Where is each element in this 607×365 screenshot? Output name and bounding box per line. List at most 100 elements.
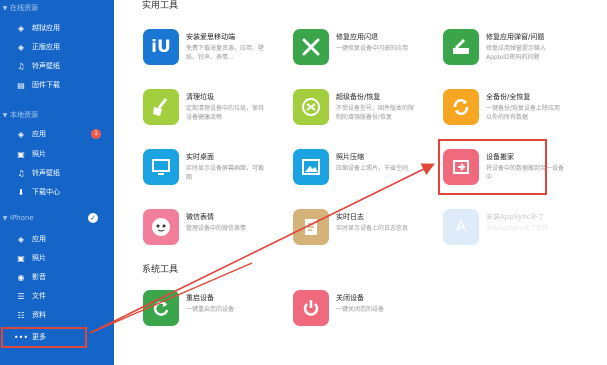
section-title: 本地资源 bbox=[10, 111, 38, 119]
tool-title: 照片压缩 bbox=[336, 153, 364, 161]
tool-fix-popup[interactable]: 修复应用弹窗/问题 修复应用弹窗提示输入AppleID密码的问题 bbox=[414, 29, 564, 89]
tool-desc: 一键备份/恢复设备上除应用以外的所有数据 bbox=[486, 105, 561, 121]
tool-desc: 不受设备型号、固件版本的限制的增强版备份/恢复 bbox=[336, 105, 415, 121]
sidebar: ▼ 在线资源 ◈ 越狱应用 ◈ 正版应用 ♫ 铃声壁纸 ▤ 固件下载 ▼ 本地资源 ◈ 应用 1… bbox=[0, 0, 114, 365]
appsync-icon: A bbox=[443, 209, 479, 245]
media-icon: ◉ bbox=[17, 272, 25, 282]
tools-icon bbox=[443, 29, 479, 65]
sidebar-item-firmware[interactable]: ▤ 固件下载 bbox=[0, 76, 114, 94]
section-online-resources[interactable]: ▼ 在线资源 bbox=[0, 2, 114, 14]
tool-wechat-stickers[interactable]: 微信表情 管理设备中的微信表情 bbox=[114, 209, 264, 269]
section-local-resources[interactable]: ▼ 本地资源 bbox=[0, 109, 114, 121]
tool-photo-compress[interactable]: 照片压缩 压缩设备上照片，节省空间 bbox=[264, 149, 414, 209]
tool-install-appsync[interactable]: A 安装AppSync补丁 安装AppSync补丁后可... bbox=[414, 209, 564, 269]
tool-title: 超级备份/恢复 bbox=[336, 93, 381, 101]
section-title: iPhone bbox=[10, 214, 34, 222]
tool-desc: 一键重启您的设备 bbox=[186, 306, 235, 313]
app-store-icon: ◈ bbox=[17, 23, 25, 33]
log-icon bbox=[293, 209, 329, 245]
tool-desc: 一键修复设备中闪退的应用 bbox=[336, 45, 409, 52]
sidebar-item-iphone-photos[interactable]: ▣ 照片 bbox=[0, 249, 114, 267]
tool-desc: 压缩设备上照片，节省空间 bbox=[336, 165, 409, 172]
download-icon: ⬇ bbox=[17, 187, 25, 197]
sidebar-item-iphone-info[interactable]: ☷ 资料 bbox=[0, 306, 114, 324]
sidebar-item-label: 应用 bbox=[32, 130, 46, 138]
tool-title: 实时桌面 bbox=[186, 153, 214, 161]
tool-title: 微信表情 bbox=[186, 213, 214, 221]
sidebar-item-label: 影音 bbox=[32, 273, 46, 281]
app-store-icon: ◈ bbox=[17, 234, 25, 244]
sidebar-item-iphone-files[interactable]: ☰ 文件 bbox=[0, 287, 114, 305]
sidebar-item-label: 越狱应用 bbox=[32, 24, 60, 32]
tool-restart-device[interactable]: 重启设备 一键重启您的设备 bbox=[114, 290, 264, 350]
tool-live-log[interactable]: 实时日志 实时显示设备上的日志信息 bbox=[264, 209, 414, 269]
sidebar-item-local-ringtones[interactable]: ♫ 铃声壁纸 bbox=[0, 164, 114, 182]
sidebar-item-label: 照片 bbox=[32, 254, 46, 262]
sidebar-item-label: 应用 bbox=[32, 235, 46, 243]
sidebar-item-label: 铃声壁纸 bbox=[32, 169, 60, 177]
caret-icon: ▼ bbox=[2, 111, 8, 119]
tool-title: 关闭设备 bbox=[336, 294, 364, 302]
highlight-box-more bbox=[1, 327, 87, 348]
sidebar-item-label: 正版应用 bbox=[32, 43, 60, 51]
caret-icon: ▼ bbox=[2, 214, 8, 222]
section-iphone[interactable]: ▼ iPhone ✓ bbox=[0, 212, 114, 224]
tool-live-desktop[interactable]: 实时桌面 实时显示设备屏幕画面，可截图 bbox=[114, 149, 264, 209]
broom-icon bbox=[143, 89, 179, 125]
app-store-icon: ◈ bbox=[17, 129, 25, 139]
sidebar-item-local-apps[interactable]: ◈ 应用 1 bbox=[0, 125, 114, 143]
sidebar-item-jailbreak-apps[interactable]: ◈ 越狱应用 bbox=[0, 19, 114, 37]
wrench-icon bbox=[293, 29, 329, 65]
sidebar-item-ringtones[interactable]: ♫ 铃声壁纸 bbox=[0, 57, 114, 75]
tool-title: 实时日志 bbox=[336, 213, 364, 221]
music-icon: ♫ bbox=[17, 168, 25, 178]
firmware-icon: ▤ bbox=[17, 80, 25, 90]
tool-install-mobile[interactable]: iU 安装爱思移动端 免费下载海量资源，应用、壁纸、铃声、表情... bbox=[114, 29, 264, 89]
section-title: 在线资源 bbox=[10, 4, 38, 12]
file-icon: ☰ bbox=[17, 291, 25, 301]
tool-clean-junk[interactable]: 清理垃圾 定期清理设备中的垃圾，保持设备健康流畅 bbox=[114, 89, 264, 149]
i4-logo-icon: iU bbox=[143, 29, 179, 65]
utilities-title: 实用工具 bbox=[142, 1, 179, 11]
image-icon bbox=[293, 149, 329, 185]
count-badge: 1 bbox=[91, 129, 101, 139]
sidebar-item-label: 下载中心 bbox=[32, 188, 60, 196]
tool-title: 清理垃圾 bbox=[186, 93, 214, 101]
tool-shutdown-device[interactable]: 关闭设备 一键关闭您的设备 bbox=[264, 290, 414, 350]
contacts-icon: ☷ bbox=[17, 310, 25, 320]
power-icon bbox=[293, 290, 329, 326]
app-store-icon: ◈ bbox=[17, 42, 25, 52]
sidebar-item-label: 文件 bbox=[32, 292, 46, 300]
sticker-face-icon bbox=[143, 209, 179, 245]
caret-icon: ▼ bbox=[2, 4, 8, 12]
sidebar-item-iphone-media[interactable]: ◉ 影音 bbox=[0, 268, 114, 286]
tool-super-backup[interactable]: 超级备份/恢复 不受设备型号、固件版本的限制的增强版备份/恢复 bbox=[264, 89, 414, 149]
photo-icon: ▣ bbox=[17, 253, 25, 263]
tool-title: 安装AppSync补丁 bbox=[486, 213, 545, 221]
sidebar-item-downloads[interactable]: ⬇ 下载中心 bbox=[0, 183, 114, 201]
tool-title: 全备份/全恢复 bbox=[486, 93, 531, 101]
tool-desc: 安装AppSync补丁后可... bbox=[486, 225, 554, 232]
tool-title: 修复应用弹窗/问题 bbox=[486, 33, 545, 41]
tool-title: 安装爱思移动端 bbox=[186, 33, 235, 41]
shuffle-icon bbox=[293, 89, 329, 125]
tool-desc: 实时显示设备屏幕画面，可截图 bbox=[186, 165, 265, 181]
monitor-icon bbox=[143, 149, 179, 185]
sidebar-item-label: 照片 bbox=[32, 150, 46, 158]
sidebar-item-label: 固件下载 bbox=[32, 81, 60, 89]
tool-desc: 修复应用弹窗提示输入AppleID密码的问题 bbox=[486, 45, 547, 61]
music-icon: ♫ bbox=[17, 61, 25, 71]
tool-desc: 管理设备中的微信表情 bbox=[186, 225, 247, 232]
tool-fix-crash[interactable]: 修复应用闪退 一键修复设备中闪退的应用 bbox=[264, 29, 414, 89]
highlight-box-device-migrate bbox=[438, 139, 547, 195]
tool-desc: 定期清理设备中的垃圾，保持设备健康流畅 bbox=[186, 105, 265, 121]
tool-desc: 一键关闭您的设备 bbox=[336, 306, 385, 313]
tool-desc: 免费下载海量资源，应用、壁纸、铃声、表情... bbox=[186, 45, 265, 61]
restart-icon bbox=[143, 290, 179, 326]
sidebar-item-label: 铃声壁纸 bbox=[32, 62, 60, 70]
sidebar-item-official-apps[interactable]: ◈ 正版应用 bbox=[0, 38, 114, 56]
check-icon: ✓ bbox=[88, 213, 98, 223]
system-tools-title: 系统工具 bbox=[142, 265, 179, 275]
sidebar-item-iphone-apps[interactable]: ◈ 应用 bbox=[0, 230, 114, 248]
sidebar-item-local-photos[interactable]: ▣ 照片 bbox=[0, 145, 114, 163]
